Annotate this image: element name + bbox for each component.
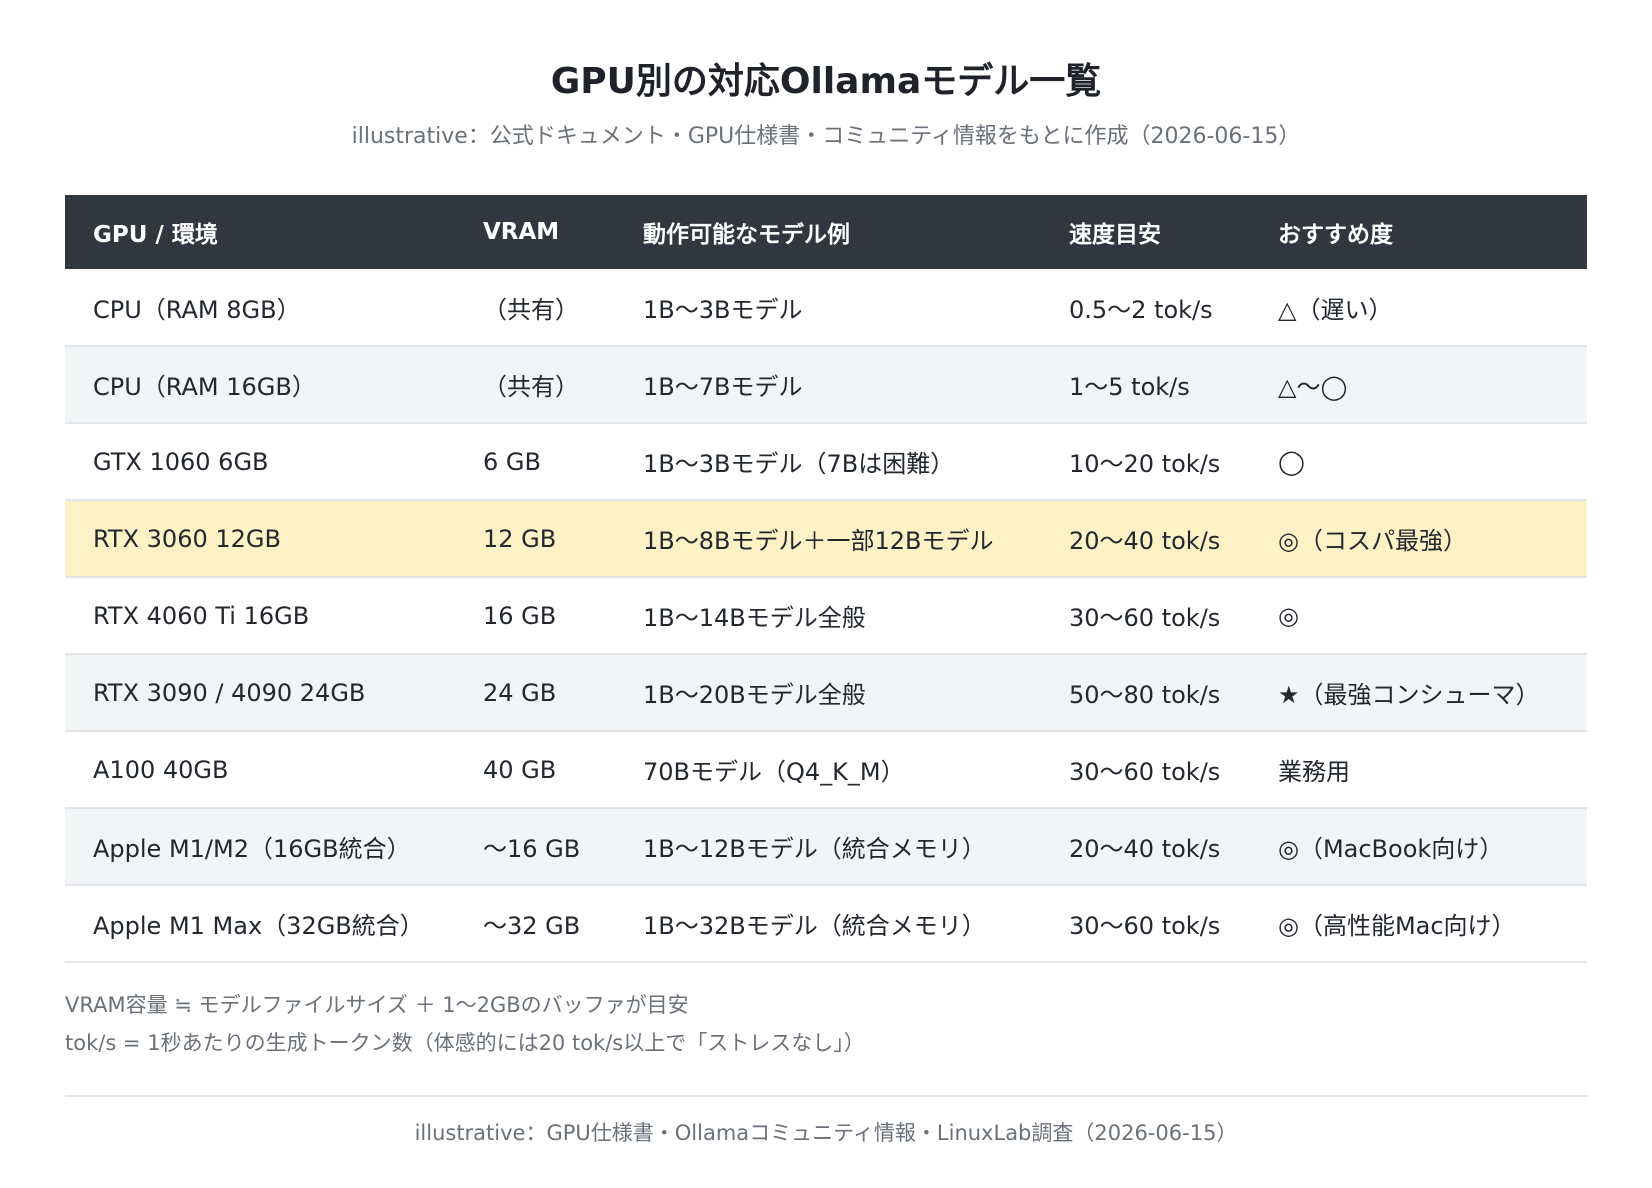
cell-speed: 1〜5 tok/s <box>1041 346 1250 424</box>
cell-vram: 〜32 GB <box>455 885 615 963</box>
source-footer: illustrative：GPU仕様書・Ollamaコミュニティ情報・Linux… <box>414 1121 1238 1145</box>
cell-vram: （共有） <box>455 269 615 347</box>
cell-gpu: GTX 1060 6GB <box>65 423 455 501</box>
cell-rating: ◯ <box>1250 423 1587 501</box>
table-row: Apple M1 Max（32GB統合） 〜32 GB 1B〜32Bモデル（統合… <box>65 885 1587 963</box>
table-header: GPU / 環境 VRAM 動作可能なモデル例 速度目安 おすすめ度 <box>65 195 1587 269</box>
table-row: RTX 4060 Ti 16GB 16 GB 1B〜14Bモデル全般 30〜60… <box>65 577 1587 655</box>
cell-models: 1B〜3Bモデル <box>615 269 1041 347</box>
cell-speed: 30〜60 tok/s <box>1041 577 1250 655</box>
cell-models: 1B〜8Bモデル＋一部12Bモデル <box>615 500 1041 578</box>
cell-vram: 6 GB <box>455 423 615 501</box>
table-row: GTX 1060 6GB 6 GB 1B〜3Bモデル（7Bは困難） 10〜20 … <box>65 423 1587 501</box>
cell-vram: （共有） <box>455 346 615 424</box>
cell-rating: ◎（MacBook向け） <box>1250 808 1587 886</box>
table-header-row: GPU / 環境 VRAM 動作可能なモデル例 速度目安 おすすめ度 <box>65 195 1587 269</box>
cell-vram: 24 GB <box>455 654 615 732</box>
header-models: 動作可能なモデル例 <box>643 222 850 248</box>
cell-speed: 10〜20 tok/s <box>1041 423 1250 501</box>
cell-vram: 〜16 GB <box>455 808 615 886</box>
cell-speed: 20〜40 tok/s <box>1041 808 1250 886</box>
cell-models: 1B〜12Bモデル（統合メモリ） <box>615 808 1041 886</box>
table-row: Apple M1/M2（16GB統合） 〜16 GB 1B〜12Bモデル（統合メ… <box>65 808 1587 886</box>
cell-speed: 0.5〜2 tok/s <box>1041 269 1250 347</box>
cell-models: 1B〜20Bモデル全般 <box>615 654 1041 732</box>
cell-gpu: A100 40GB <box>65 731 455 809</box>
cell-speed: 20〜40 tok/s <box>1041 500 1250 578</box>
header-vram: VRAM <box>483 219 560 245</box>
page: GPU別の対応Ollamaモデル一覧 illustrative：公式ドキュメント… <box>0 0 1652 1188</box>
page-title: GPU別の対応Ollamaモデル一覧 <box>550 61 1102 102</box>
cell-models: 1B〜7Bモデル <box>615 346 1041 424</box>
cell-models: 1B〜32Bモデル（統合メモリ） <box>615 885 1041 963</box>
cell-models: 1B〜3Bモデル（7Bは困難） <box>615 423 1041 501</box>
cell-gpu: CPU（RAM 8GB） <box>65 269 455 347</box>
footnotes: VRAM容量 ≒ モデルファイルサイズ ＋ 1〜2GBのバッファが目安 tok/… <box>65 986 865 1062</box>
cell-gpu: Apple M1 Max（32GB統合） <box>65 885 455 963</box>
cell-rating: △〜◯ <box>1250 346 1587 424</box>
cell-speed: 50〜80 tok/s <box>1041 654 1250 732</box>
header-speed: 速度目安 <box>1069 222 1161 248</box>
cell-rating: △（遅い） <box>1250 269 1587 347</box>
gpu-model-table: GPU / 環境 VRAM 動作可能なモデル例 速度目安 おすすめ度 CPU（R… <box>65 195 1587 963</box>
cell-rating: ◎（高性能Mac向け） <box>1250 885 1587 963</box>
footnote-vram: VRAM容量 ≒ モデルファイルサイズ ＋ 1〜2GBのバッファが目安 <box>65 993 689 1017</box>
cell-rating: ★（最強コンシューマ） <box>1250 654 1587 732</box>
footer-divider <box>65 1095 1587 1097</box>
cell-gpu: RTX 3090 / 4090 24GB <box>65 654 455 732</box>
table-body: CPU（RAM 8GB） （共有） 1B〜3Bモデル 0.5〜2 tok/s △… <box>65 269 1587 963</box>
page-subtitle: illustrative：公式ドキュメント・GPU仕様書・コミュニティ情報をもと… <box>351 124 1301 149</box>
header-gpu: GPU / 環境 <box>93 222 218 248</box>
cell-models: 1B〜14Bモデル全般 <box>615 577 1041 655</box>
cell-gpu: RTX 4060 Ti 16GB <box>65 577 455 655</box>
header-rating: おすすめ度 <box>1278 222 1393 248</box>
cell-speed: 30〜60 tok/s <box>1041 731 1250 809</box>
cell-gpu: CPU（RAM 16GB） <box>65 346 455 424</box>
table-row: A100 40GB 40 GB 70Bモデル（Q4_K_M） 30〜60 tok… <box>65 731 1587 809</box>
cell-vram: 12 GB <box>455 500 615 578</box>
cell-gpu: RTX 3060 12GB <box>65 500 455 578</box>
cell-rating: ◎ <box>1250 577 1587 655</box>
cell-rating: 業務用 <box>1250 731 1587 809</box>
table-row: CPU（RAM 16GB） （共有） 1B〜7Bモデル 1〜5 tok/s △〜… <box>65 346 1587 424</box>
cell-vram: 16 GB <box>455 577 615 655</box>
table-row: CPU（RAM 8GB） （共有） 1B〜3Bモデル 0.5〜2 tok/s △… <box>65 269 1587 347</box>
cell-gpu: Apple M1/M2（16GB統合） <box>65 808 455 886</box>
cell-speed: 30〜60 tok/s <box>1041 885 1250 963</box>
table-row-highlighted: RTX 3060 12GB 12 GB 1B〜8Bモデル＋一部12Bモデル 20… <box>65 500 1587 578</box>
footnote-toks: tok/s = 1秒あたりの生成トークン数（体感的には20 tok/s以上で「ス… <box>65 1031 865 1055</box>
cell-models: 70Bモデル（Q4_K_M） <box>615 731 1041 809</box>
cell-vram: 40 GB <box>455 731 615 809</box>
cell-rating: ◎（コスパ最強） <box>1250 500 1587 578</box>
table-row: RTX 3090 / 4090 24GB 24 GB 1B〜20Bモデル全般 5… <box>65 654 1587 732</box>
